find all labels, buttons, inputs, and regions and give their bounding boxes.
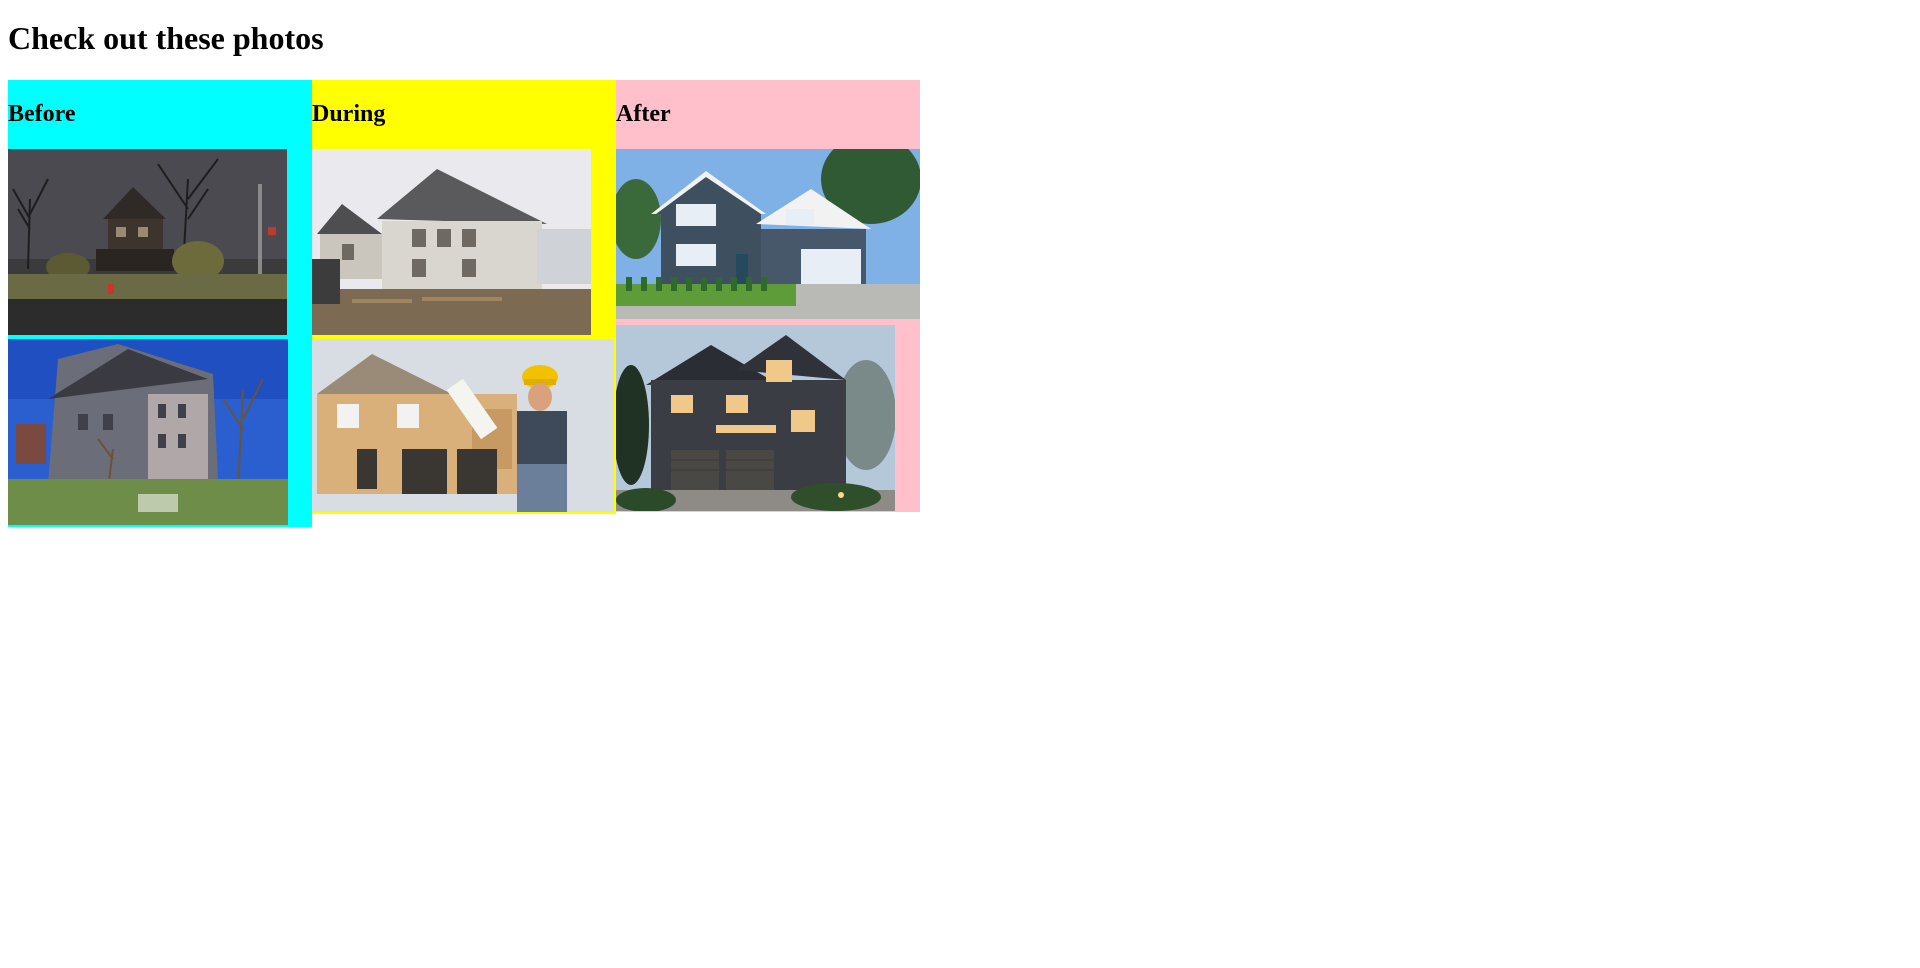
photo-during-construction-worker [312,339,614,512]
column-heading-before: Before [8,101,76,127]
column-heading-during: During [312,101,386,127]
column-heading-after: After [616,101,671,127]
photo-after-finished-house-dusk [616,325,895,511]
photo-during-house-frame-construction [312,149,591,335]
photo-before-damaged-house [8,339,288,525]
column-after: After [616,80,920,512]
photo-before-abandoned-house-night [8,149,287,335]
page-title: Check out these photos [8,20,324,56]
photo-after-finished-house-day [616,149,920,319]
column-before: Before [8,80,312,527]
column-during: During [312,80,616,514]
